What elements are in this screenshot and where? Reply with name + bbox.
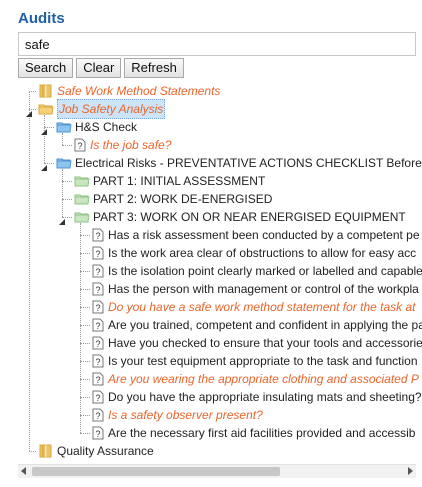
search-input[interactable] — [18, 32, 416, 56]
horizontal-scrollbar[interactable] — [18, 464, 416, 478]
tree-item-folder[interactable]: PART 2: WORK DE-ENERGISED — [0, 190, 422, 208]
tree-item-question[interactable]: ? Is your test equipment appropriate to t… — [0, 352, 422, 370]
tree-item-question[interactable]: ? Do you have a safe work method statemen… — [0, 298, 422, 316]
tree-item-label: Are the necessary first aid facilities p… — [108, 426, 416, 440]
tree-item-label: Have you checked to ensure that your too… — [108, 336, 422, 350]
audit-tree: Safe Work Method Statements Job Safety An… — [0, 82, 422, 460]
tree-item-question[interactable]: ? Is the job safe? — [0, 136, 422, 154]
tree-item-question[interactable]: ? Has a risk assessment been conducted by… — [0, 226, 422, 244]
tree-item-label: Is the work area clear of obstructions t… — [108, 246, 417, 260]
svg-text:?: ? — [95, 393, 100, 403]
tree-item-question[interactable]: ? Are the necessary first aid facilities … — [0, 424, 422, 442]
tree-item-label: PART 2: WORK DE-ENERGISED — [93, 192, 273, 206]
tree-item-label: Is the job safe? — [90, 138, 172, 152]
tree-item-folder[interactable]: Electrical Risks - PREVENTATIVE ACTIONS … — [0, 154, 422, 172]
svg-text:?: ? — [95, 231, 100, 241]
scroll-right-icon[interactable] — [408, 467, 413, 475]
svg-text:?: ? — [95, 303, 100, 313]
svg-text:?: ? — [95, 267, 100, 277]
tree-item-folder[interactable]: Quality Assurance — [0, 442, 422, 460]
tree-item-label: Is the isolation point clearly marked or… — [108, 264, 422, 278]
refresh-button[interactable]: Refresh — [124, 58, 184, 78]
tree-item-label: Do you have the appropriate insulating m… — [108, 390, 422, 404]
search-button[interactable]: Search — [18, 58, 74, 78]
clear-button[interactable]: Clear — [76, 58, 122, 78]
folder-closed-icon — [38, 444, 54, 460]
tree-item-label: Is a safety observer present? — [108, 408, 263, 422]
expand-toggle-icon[interactable] — [40, 123, 48, 135]
tree-item-question[interactable]: ? Is the work area clear of obstructions … — [0, 244, 422, 262]
tree-item-label: Safe Work Method Statements — [57, 84, 221, 98]
tree-item-label: Job Safety Analysis — [57, 99, 166, 119]
tree-item-label: Electrical Risks - PREVENTATIVE ACTIONS … — [75, 156, 422, 170]
svg-text:?: ? — [95, 357, 100, 367]
svg-text:?: ? — [95, 429, 100, 439]
tree-item-question[interactable]: ? Is the isolation point clearly marked o… — [0, 262, 422, 280]
tree-item-label: PART 3: WORK ON OR NEAR ENERGISED EQUIPM… — [93, 210, 406, 224]
svg-text:?: ? — [95, 339, 100, 349]
expand-toggle-icon[interactable] — [58, 213, 66, 225]
tree-item-label: Do you have a safe work method statement… — [108, 300, 416, 314]
page-title: Audits — [18, 10, 65, 27]
tree-item-question[interactable]: ? Is a safety observer present? — [0, 406, 422, 424]
expand-toggle-icon[interactable] — [40, 159, 48, 171]
svg-text:?: ? — [95, 321, 100, 331]
scroll-left-icon[interactable] — [21, 467, 26, 475]
tree-item-label: Is your test equipment appropriate to th… — [108, 354, 418, 368]
svg-text:?: ? — [95, 285, 100, 295]
tree-item-folder[interactable]: H&S Check — [0, 118, 422, 136]
tree-item-label: Quality Assurance — [57, 444, 154, 458]
svg-text:?: ? — [95, 411, 100, 421]
tree-item-question[interactable]: ? Have you checked to ensure that your to… — [0, 334, 422, 352]
tree-item-folder[interactable]: PART 1: INITIAL ASSESSMENT — [0, 172, 422, 190]
svg-text:?: ? — [77, 141, 82, 151]
tree-item-question[interactable]: ? Do you have the appropriate insulating … — [0, 388, 422, 406]
tree-item-question[interactable]: ? Are you trained, competent and confiden… — [0, 316, 422, 334]
tree-item-question[interactable]: ? Has the person with management or contr… — [0, 280, 422, 298]
svg-text:?: ? — [95, 249, 100, 259]
svg-text:?: ? — [95, 375, 100, 385]
scrollbar-thumb[interactable] — [32, 467, 280, 476]
tree-item-label: H&S Check — [75, 120, 138, 134]
tree-item-folder[interactable]: Safe Work Method Statements — [0, 82, 422, 100]
tree-item-label: Has the person with management or contro… — [108, 282, 419, 296]
tree-item-folder[interactable]: Job Safety Analysis — [0, 99, 422, 119]
tree-item-label: Are you trained, competent and confident… — [108, 318, 422, 332]
tree-item-folder[interactable]: PART 3: WORK ON OR NEAR ENERGISED EQUIPM… — [0, 208, 422, 226]
tree-item-label: Are you wearing the appropriate clothing… — [108, 372, 419, 386]
button-row: Search Clear Refresh — [18, 58, 184, 78]
tree-item-label: Has a risk assessment been conducted by … — [108, 228, 420, 242]
tree-item-label: PART 1: INITIAL ASSESSMENT — [93, 174, 266, 188]
expand-toggle-icon[interactable] — [25, 105, 33, 117]
tree-item-question[interactable]: ? Are you wearing the appropriate clothin… — [0, 370, 422, 388]
